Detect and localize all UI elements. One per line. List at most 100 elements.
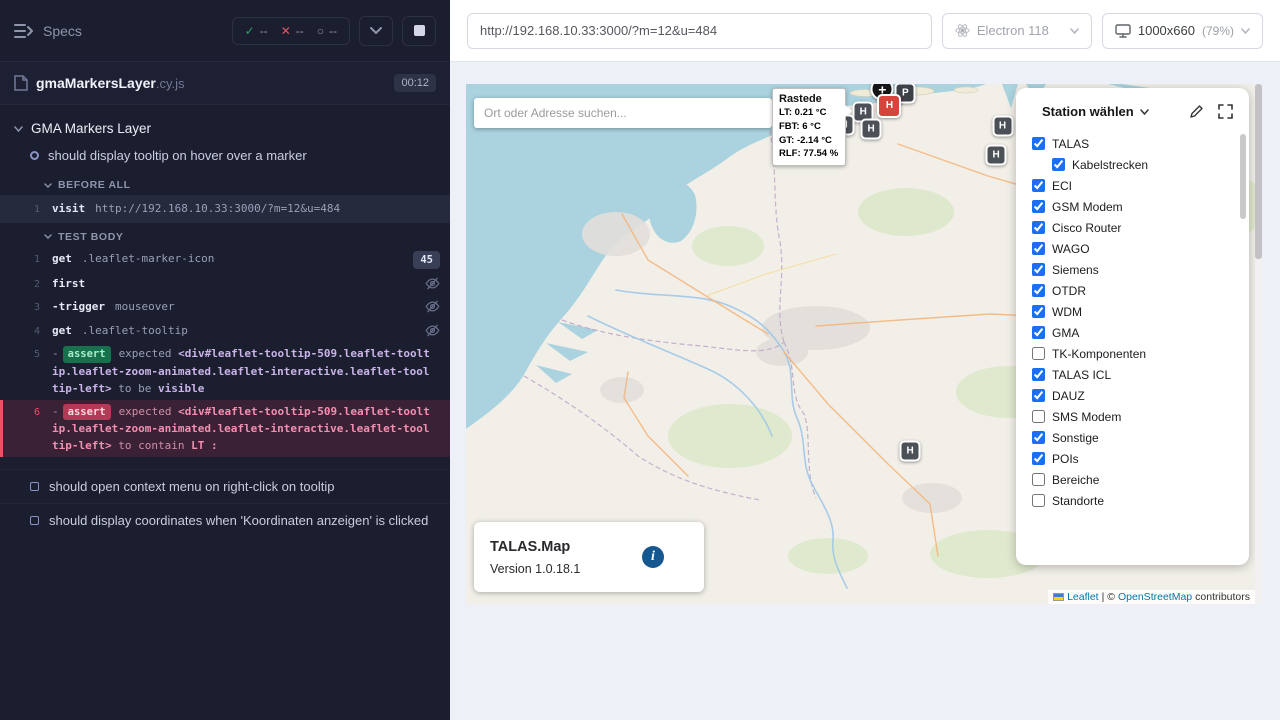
app-stage: Electron 118 1000x660 (79%)	[450, 0, 1280, 720]
command-message: .leaflet-tooltip	[82, 324, 188, 337]
layer-label: SMS Modem	[1052, 410, 1121, 424]
layer-checkbox[interactable]	[1052, 158, 1065, 171]
edit-pencil-icon[interactable]	[1189, 104, 1204, 119]
command-row[interactable]: 4 get.leaflet-tooltip	[0, 319, 450, 343]
map-marker[interactable]: H	[861, 118, 882, 139]
layer-checkbox-row[interactable]: TALAS ICL	[1032, 364, 1239, 385]
test-item[interactable]: should open context menu on right-click …	[0, 469, 450, 503]
layer-checkbox-row[interactable]: WDM	[1032, 301, 1239, 322]
layer-checkbox-row[interactable]: GMA	[1032, 322, 1239, 343]
active-test-row[interactable]: should display tooltip on hover over a m…	[0, 146, 450, 171]
layer-checkbox-row[interactable]: GSM Modem	[1032, 196, 1239, 217]
map-marker[interactable]: H	[900, 441, 921, 462]
command-row[interactable]: 6 -assertexpected <div#leaflet-tooltip-5…	[0, 400, 450, 457]
command-method: -trigger	[52, 300, 105, 313]
app-scrollbar[interactable]	[1255, 84, 1262, 604]
collapse-button[interactable]	[359, 16, 393, 46]
layer-checkbox-row[interactable]: Standorte	[1032, 490, 1239, 511]
layer-checkbox-row[interactable]: TALAS	[1032, 133, 1239, 154]
layer-checkbox-row[interactable]: Siemens	[1032, 259, 1239, 280]
leaflet-link[interactable]: Leaflet	[1067, 591, 1099, 603]
child-command-dash: -	[52, 347, 59, 360]
map-marker[interactable]: H	[877, 94, 901, 118]
marker-glyph: H	[999, 121, 1006, 132]
command-row[interactable]: 1 visithttp://192.168.10.33:3000/?m=12&u…	[0, 195, 450, 223]
layer-checkbox-row[interactable]: Sonstige	[1032, 427, 1239, 448]
layer-checkbox[interactable]	[1032, 179, 1045, 192]
layer-checkbox[interactable]	[1032, 389, 1045, 402]
layer-checkbox[interactable]	[1032, 137, 1045, 150]
suite-row[interactable]: GMA Markers Layer	[0, 111, 450, 146]
test-body-section-header[interactable]: TEST BODY	[0, 223, 450, 247]
browser-selector[interactable]: Electron 118	[942, 13, 1092, 49]
layer-checkbox-row[interactable]: Bereiche	[1032, 469, 1239, 490]
cypress-runner-sidebar: Specs ✓-- ✕-- ○-- gmaMarkersLayer.cy.js …	[0, 0, 450, 720]
layer-checkbox[interactable]	[1032, 368, 1045, 381]
tooltip-title: Rastede	[779, 93, 839, 105]
layer-checkbox[interactable]	[1032, 494, 1045, 507]
chevron-down-icon	[44, 183, 52, 188]
tooltip-rows: LT: 0.21 °CFBT: 6 °CGT: -2.14 °CRLF: 77.…	[779, 106, 839, 161]
layer-checkbox[interactable]	[1032, 305, 1045, 318]
map-marker[interactable]: H	[992, 116, 1013, 137]
version-card: TALAS.Map Version 1.0.18.1 i	[474, 522, 704, 592]
scrollbar-thumb[interactable]	[1255, 84, 1262, 259]
spec-header[interactable]: gmaMarkersLayer.cy.js 00:12	[0, 62, 450, 105]
layer-checkbox[interactable]	[1032, 284, 1045, 297]
panel-actions	[1189, 104, 1233, 119]
info-icon[interactable]: i	[642, 546, 664, 568]
viewport-zoom: (79%)	[1202, 24, 1234, 38]
layer-label: Cisco Router	[1052, 221, 1121, 235]
viewport-selector[interactable]: 1000x660 (79%)	[1102, 13, 1263, 49]
command-row[interactable]: 2 first	[0, 272, 450, 296]
layer-label: WDM	[1052, 305, 1082, 319]
layer-checkbox-row[interactable]: Cisco Router	[1032, 217, 1239, 238]
layer-label: TALAS	[1052, 137, 1089, 151]
leaflet-map[interactable]: +PHHHHHHH Rastede LT: 0.21 °CFBT: 6 °CGT…	[466, 84, 1262, 604]
osm-link[interactable]: OpenStreetMap	[1118, 591, 1192, 603]
layer-label: POIs	[1052, 452, 1079, 466]
layer-checkbox[interactable]	[1032, 221, 1045, 234]
layer-checkbox[interactable]	[1032, 410, 1045, 423]
test-body-commands: 1 get.leaflet-marker-icon 45 2 first 3 -…	[0, 247, 450, 457]
layer-checkbox-row[interactable]: SMS Modem	[1032, 406, 1239, 427]
layer-checkbox[interactable]	[1032, 200, 1045, 213]
stage-header: Electron 118 1000x660 (79%)	[450, 0, 1280, 62]
command-text: get.leaflet-tooltip	[52, 322, 425, 339]
command-right	[425, 275, 440, 291]
layer-checkbox[interactable]	[1032, 452, 1045, 465]
specs-menu-icon[interactable]	[14, 23, 34, 39]
command-row[interactable]: 1 get.leaflet-marker-icon 45	[0, 247, 450, 272]
electron-icon	[955, 23, 970, 38]
layer-checkbox[interactable]	[1032, 431, 1045, 444]
layer-checkbox-row[interactable]: OTDR	[1032, 280, 1239, 301]
layer-checkbox-row[interactable]: TK-Komponenten	[1032, 343, 1239, 364]
layer-checkbox-row[interactable]: WAGO	[1032, 238, 1239, 259]
chevron-down-icon[interactable]	[1140, 109, 1149, 115]
stop-button[interactable]	[402, 16, 436, 46]
command-text: get.leaflet-marker-icon	[52, 250, 413, 267]
layer-checkbox[interactable]	[1032, 347, 1045, 360]
layer-checkbox[interactable]	[1032, 242, 1045, 255]
layer-checkbox-row[interactable]: Kabelstrecken	[1032, 154, 1239, 175]
before-all-section-header[interactable]: BEFORE ALL	[0, 171, 450, 195]
map-search-input[interactable]	[474, 106, 772, 120]
test-item[interactable]: should display coordinates when 'Koordin…	[0, 503, 450, 537]
expand-fullscreen-icon[interactable]	[1218, 104, 1233, 119]
panel-scrollbar[interactable]	[1240, 134, 1246, 219]
layer-checkbox-row[interactable]: DAUZ	[1032, 385, 1239, 406]
layer-checkbox-row[interactable]: ECI	[1032, 175, 1239, 196]
command-row[interactable]: 3 -triggermouseover	[0, 295, 450, 319]
url-input[interactable]	[467, 13, 932, 49]
map-marker[interactable]: H	[986, 144, 1007, 165]
layer-checkbox[interactable]	[1032, 326, 1045, 339]
layer-checkbox[interactable]	[1032, 263, 1045, 276]
station-panel-title[interactable]: Station wählen	[1042, 104, 1134, 119]
layer-checkbox[interactable]	[1032, 473, 1045, 486]
command-right: 45	[413, 250, 440, 269]
command-row[interactable]: 5 -assertexpected <div#leaflet-tooltip-5…	[0, 342, 450, 399]
invisible-eye-icon	[425, 323, 440, 338]
check-icon: ✓	[245, 24, 255, 38]
specs-label[interactable]: Specs	[43, 23, 82, 39]
layer-checkbox-row[interactable]: POIs	[1032, 448, 1239, 469]
